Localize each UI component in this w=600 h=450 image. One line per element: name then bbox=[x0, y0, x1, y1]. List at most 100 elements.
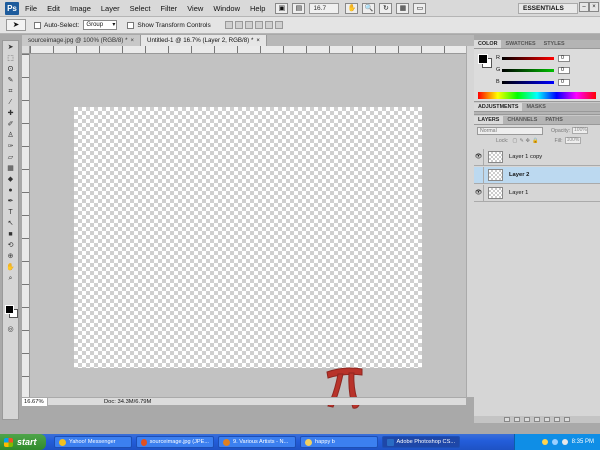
quick-select-tool-icon[interactable]: ✎ bbox=[4, 76, 17, 85]
taskbar-item-sourceimage[interactable]: sourceimage.jpg (JPE... bbox=[136, 436, 214, 448]
arrange-documents-icon[interactable]: ▦ bbox=[396, 2, 410, 14]
taskbar-item-photoshop[interactable]: Adobe Photoshop CS... bbox=[382, 436, 460, 448]
link-layers-icon[interactable] bbox=[504, 417, 510, 422]
volume-icon[interactable] bbox=[561, 439, 568, 445]
document-size-status[interactable]: Doc: 34.3M/6.79M bbox=[48, 398, 151, 406]
layer-row-layer-1-copy[interactable]: 👁 Layer 1 copy bbox=[474, 148, 600, 166]
green-slider[interactable] bbox=[502, 68, 554, 72]
zoom-level-field[interactable]: 16.7 bbox=[309, 2, 340, 14]
tab-styles[interactable]: STYLES bbox=[540, 40, 569, 48]
brush-tool-icon[interactable]: ✐ bbox=[4, 120, 17, 129]
eye-icon-hidden[interactable] bbox=[474, 166, 484, 184]
new-group-icon[interactable] bbox=[544, 417, 550, 422]
menu-filter[interactable]: Filter bbox=[161, 4, 178, 13]
3d-orbit-tool-icon[interactable]: ⊕ bbox=[4, 252, 17, 261]
menu-view[interactable]: View bbox=[187, 4, 203, 13]
tab-layers[interactable]: LAYERS bbox=[474, 116, 504, 124]
eraser-tool-icon[interactable]: ▱ bbox=[4, 153, 17, 162]
blur-tool-icon[interactable]: ◆ bbox=[4, 175, 17, 184]
move-tool-icon[interactable]: ➤ bbox=[4, 43, 17, 52]
taskbar-item-media-player[interactable]: 9. Various Artists - N... bbox=[218, 436, 296, 448]
move-tool-preset-icon[interactable]: ➤ bbox=[6, 19, 26, 31]
taskbar-item-happy-b[interactable]: happy b bbox=[300, 436, 378, 448]
minimize-icon[interactable]: – bbox=[579, 2, 589, 12]
foreground-color-swatch[interactable] bbox=[5, 305, 14, 314]
vertical-scrollbar[interactable] bbox=[466, 46, 474, 397]
pen-tool-icon[interactable]: ✒ bbox=[4, 197, 17, 206]
close-icon[interactable]: × bbox=[256, 38, 260, 44]
menu-help[interactable]: Help bbox=[250, 4, 265, 13]
quick-mask-icon[interactable]: ◎ bbox=[4, 325, 17, 334]
menu-edit[interactable]: Edit bbox=[47, 4, 60, 13]
workspace-switcher[interactable]: ESSENTIALS bbox=[518, 3, 578, 14]
zoom-tool-icon[interactable]: 🔍 bbox=[362, 2, 376, 14]
fill-input[interactable]: 100% bbox=[564, 137, 581, 144]
tab-masks[interactable]: MASKS bbox=[522, 103, 549, 111]
menu-window[interactable]: Window bbox=[213, 4, 240, 13]
gradient-tool-icon[interactable]: ▦ bbox=[4, 164, 17, 173]
menu-image[interactable]: Image bbox=[70, 4, 91, 13]
dodge-tool-icon[interactable]: ● bbox=[4, 186, 17, 195]
start-button[interactable]: start bbox=[0, 434, 46, 450]
lock-transparency-icon[interactable]: ▢ bbox=[512, 138, 517, 144]
tab-color[interactable]: COLOR bbox=[474, 40, 502, 48]
align-right-icon[interactable] bbox=[274, 21, 283, 29]
tab-channels[interactable]: CHANNELS bbox=[503, 116, 541, 124]
tab-paths[interactable]: PATHS bbox=[541, 116, 566, 124]
align-left-icon[interactable] bbox=[254, 21, 263, 29]
menu-layer[interactable]: Layer bbox=[101, 4, 120, 13]
document-canvas[interactable] bbox=[74, 107, 422, 409]
layer-style-icon[interactable] bbox=[514, 417, 520, 422]
horizontal-ruler[interactable] bbox=[30, 46, 466, 54]
tab-untitled-1[interactable]: Untitled-1 @ 16.7% (Layer 2, RGB/8) * × bbox=[141, 35, 267, 46]
delete-layer-icon[interactable] bbox=[564, 417, 570, 422]
tab-adjustments[interactable]: ADJUSTMENTS bbox=[474, 103, 523, 111]
align-middle-icon[interactable] bbox=[234, 21, 243, 29]
lock-all-icon[interactable]: 🔒 bbox=[532, 138, 538, 144]
pasteboard[interactable] bbox=[30, 54, 466, 409]
foreground-color-swatch[interactable] bbox=[478, 54, 488, 64]
adjustment-layer-icon[interactable] bbox=[534, 417, 540, 422]
screen-mode-icon[interactable]: ▭ bbox=[413, 2, 427, 14]
hand-tool-icon[interactable]: ✋ bbox=[4, 263, 17, 272]
healing-tool-icon[interactable]: ✚ bbox=[4, 109, 17, 118]
bridge-icon[interactable]: ▣ bbox=[275, 2, 289, 14]
red-value-input[interactable]: 0 bbox=[558, 54, 570, 62]
tray-icon[interactable] bbox=[541, 439, 548, 445]
auto-select-dropdown[interactable]: Group bbox=[83, 20, 118, 30]
close-icon[interactable]: × bbox=[589, 2, 599, 12]
align-bottom-icon[interactable] bbox=[244, 21, 253, 29]
add-mask-icon[interactable] bbox=[524, 417, 530, 422]
blue-slider[interactable] bbox=[502, 80, 554, 84]
clone-stamp-tool-icon[interactable]: ♙ bbox=[4, 131, 17, 140]
tray-icon[interactable] bbox=[551, 439, 558, 445]
zoom-tool-icon[interactable]: ⌕ bbox=[4, 274, 17, 283]
menu-select[interactable]: Select bbox=[130, 4, 151, 13]
red-slider[interactable] bbox=[502, 56, 554, 60]
eye-icon[interactable]: 👁 bbox=[474, 148, 484, 166]
align-center-icon[interactable] bbox=[264, 21, 273, 29]
path-select-tool-icon[interactable]: ↖ bbox=[4, 219, 17, 228]
hand-tool-icon[interactable]: ✋ bbox=[345, 2, 359, 14]
eyedropper-tool-icon[interactable]: ⁄ bbox=[4, 98, 17, 107]
blue-value-input[interactable]: 0 bbox=[558, 78, 570, 86]
lock-pixels-icon[interactable]: ✎ bbox=[519, 138, 523, 144]
menu-file[interactable]: File bbox=[25, 4, 37, 13]
align-top-icon[interactable] bbox=[224, 21, 233, 29]
clock[interactable]: 8:35 PM bbox=[572, 439, 594, 445]
lock-position-icon[interactable]: ✥ bbox=[526, 138, 530, 144]
close-icon[interactable]: × bbox=[130, 38, 134, 44]
color-spectrum-bar[interactable] bbox=[478, 92, 596, 99]
type-tool-icon[interactable]: T bbox=[4, 208, 17, 217]
green-value-input[interactable]: 0 bbox=[558, 66, 570, 74]
ruler-origin[interactable] bbox=[22, 46, 30, 54]
layer-row-layer-1[interactable]: 👁 Layer 1 bbox=[474, 184, 600, 202]
crop-tool-icon[interactable]: ⌗ bbox=[4, 87, 17, 96]
marquee-tool-icon[interactable]: ⬚ bbox=[4, 54, 17, 63]
vertical-ruler[interactable] bbox=[22, 54, 30, 397]
layer-row-layer-2[interactable]: Layer 2 bbox=[474, 166, 600, 184]
mini-bridge-icon[interactable]: ▤ bbox=[292, 2, 306, 14]
shape-tool-icon[interactable]: ■ bbox=[4, 230, 17, 239]
new-layer-icon[interactable] bbox=[554, 417, 560, 422]
auto-select-checkbox[interactable] bbox=[34, 21, 41, 29]
